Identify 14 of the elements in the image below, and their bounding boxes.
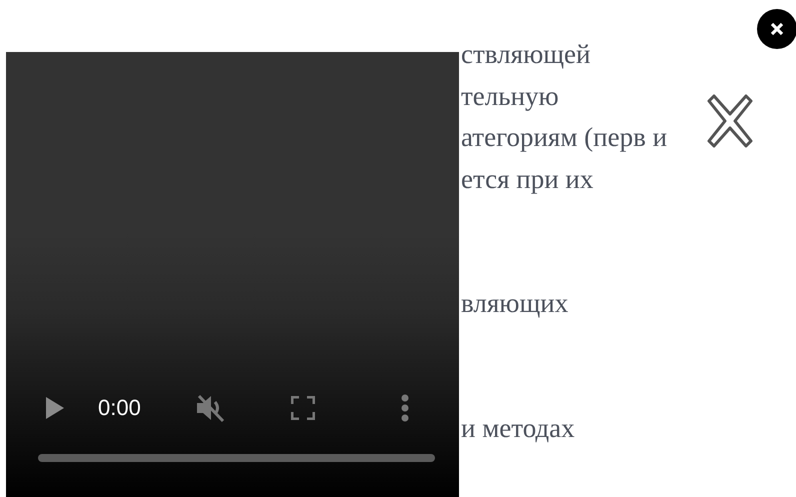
time-label: 0:00 — [98, 395, 141, 421]
article-text: ствляющей — [461, 38, 590, 71]
article-text: атегориям (перв и — [461, 121, 668, 154]
article-text: вляющих — [461, 287, 568, 320]
speaker-icon[interactable] — [194, 393, 227, 423]
close-button[interactable] — [757, 9, 796, 49]
close-icon — [770, 22, 784, 36]
article-text: ется при их — [461, 162, 594, 196]
article-text: и методах — [461, 412, 575, 444]
play-icon[interactable] — [46, 397, 64, 419]
close-icon[interactable] — [705, 92, 755, 150]
more-icon[interactable] — [400, 394, 409, 422]
article-text: тельную — [461, 80, 559, 113]
fullscreen-icon[interactable] — [290, 396, 315, 420]
